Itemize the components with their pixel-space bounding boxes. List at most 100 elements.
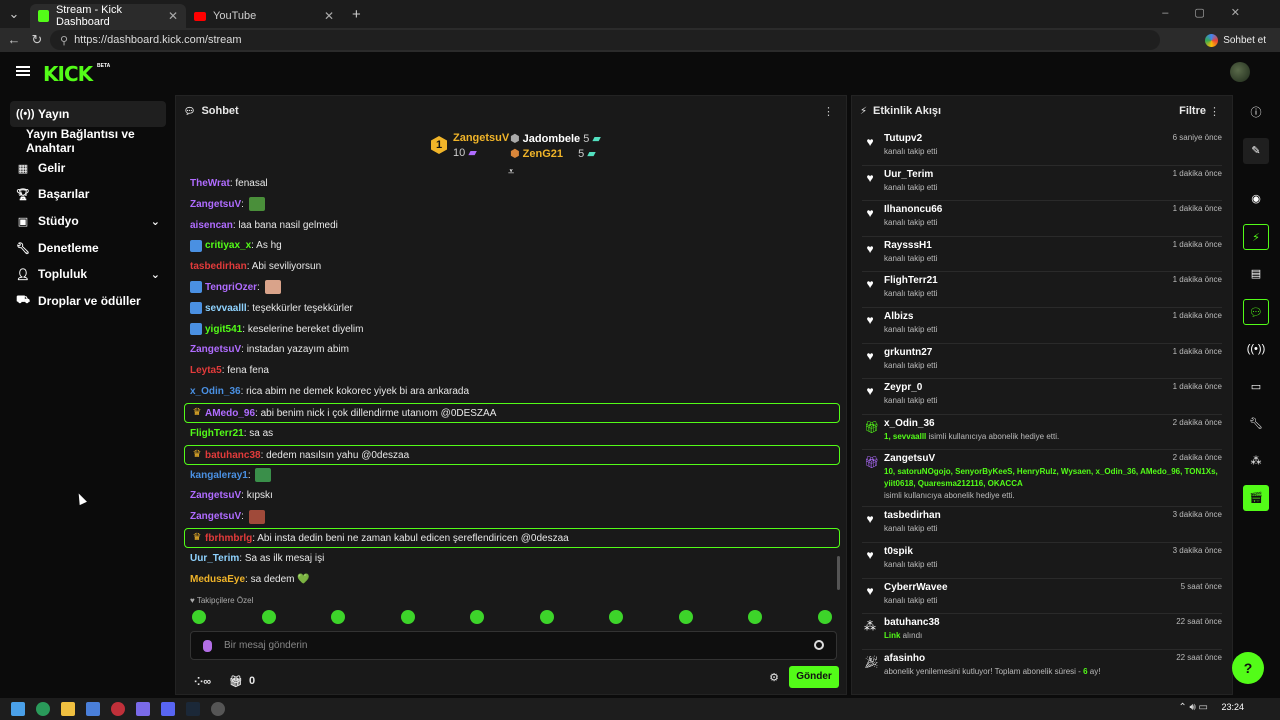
camera-icon[interactable]: ◉: [1243, 186, 1269, 212]
chat-message[interactable]: x_Odin_36: rica abim ne demek kokorec yi…: [184, 382, 840, 403]
chat-username[interactable]: AMedo_96: [205, 408, 255, 419]
chat-message[interactable]: critiyax_x: As hg: [184, 236, 840, 257]
back-icon[interactable]: ←: [6, 32, 22, 48]
tab-youtube[interactable]: YouTube ✕: [186, 4, 342, 28]
app-icon[interactable]: [136, 702, 150, 716]
info-icon[interactable]: ⓘ: [1243, 100, 1269, 126]
store-icon[interactable]: [86, 702, 100, 716]
chat-username[interactable]: batuhanc38: [205, 450, 261, 461]
community-icon[interactable]: ⁂: [1243, 448, 1269, 474]
feed-username[interactable]: Albizs: [884, 310, 1222, 324]
chat-message[interactable]: kangaleray1:: [184, 466, 840, 487]
url-field[interactable]: ⚲ https://dashboard.kick.com/stream: [50, 30, 1160, 50]
sidebar-item-topluluk[interactable]: 👤︎ Topluluk ⌄: [10, 261, 166, 287]
window-controls[interactable]: –▢✕: [1162, 6, 1266, 19]
feed-item[interactable]: ♥ t0spik kanalı takip etti 3 dakika önce: [862, 543, 1222, 579]
sidebar-item-yayin[interactable]: ((•)) Yayın: [10, 101, 166, 127]
sidebar-item-studyo[interactable]: ▣ Stüdyo ⌄: [10, 208, 166, 234]
emote-icon[interactable]: [261, 610, 276, 624]
chat-username[interactable]: Uur_Terim: [190, 553, 239, 564]
chat-message[interactable]: TengriOzer:: [184, 278, 840, 299]
gift-box-icon[interactable]: 🎁︎: [229, 675, 243, 688]
feed-item[interactable]: ⁂ batuhanc38 Link alındı 22 saat önce: [862, 614, 1222, 650]
activity-toggle-icon[interactable]: ⚡︎: [1243, 224, 1269, 250]
menu-icon[interactable]: [16, 66, 30, 76]
chat-username[interactable]: TheWrat: [190, 178, 230, 189]
wrench-icon[interactable]: 🔧︎: [1243, 411, 1269, 437]
feed-username[interactable]: t0spik: [884, 545, 1222, 559]
close-tab-icon[interactable]: ✕: [168, 9, 178, 23]
chat-message[interactable]: ZangetsuV:: [184, 507, 840, 528]
chat-messages[interactable]: TheWrat: fenasal ZangetsuV: aisencan: laa…: [184, 174, 840, 591]
feed-username[interactable]: tasbedirhan: [884, 509, 1222, 523]
leaderboard-others[interactable]: ⬢ Jadombele 5 ▰ ⬢ ZenG21 5 ▰: [510, 132, 630, 162]
obs-icon[interactable]: [211, 702, 225, 716]
chat-username[interactable]: ZangetsuV: [190, 344, 241, 355]
chat-message[interactable]: aisencan: laa bana nasil gelmedi: [184, 216, 840, 237]
chat-scrollbar[interactable]: [837, 556, 840, 590]
reload-icon[interactable]: ↻: [29, 32, 45, 48]
emoji-icon[interactable]: [814, 640, 824, 650]
tab-kick-dashboard[interactable]: Stream - Kick Dashboard ✕: [30, 4, 186, 28]
kick-logo[interactable]: KICK: [43, 62, 93, 86]
feed-username[interactable]: ZangetsuV: [884, 452, 1222, 466]
feed-list[interactable]: ♥ Tutupv2 kanalı takip etti 6 saniye önce ♥ U…: [862, 130, 1222, 685]
emote-quickbar[interactable]: [192, 610, 832, 626]
file-explorer-icon[interactable]: [61, 702, 75, 716]
feed-username[interactable]: Uur_Terim: [884, 168, 1222, 182]
chat-username[interactable]: x_Odin_36: [190, 386, 241, 397]
clapper-icon[interactable]: 🎬︎: [1243, 485, 1269, 511]
feed-item[interactable]: ♥ Albizs kanalı takip etti 1 dakika önce: [862, 308, 1222, 344]
feed-username[interactable]: afasinho: [884, 652, 1222, 666]
settings-icon[interactable]: ⚙: [769, 671, 779, 684]
chat-username[interactable]: ZangetsuV: [190, 511, 241, 522]
chat-message[interactable]: ZangetsuV:: [184, 195, 840, 216]
discord-icon[interactable]: [161, 702, 175, 716]
chat-message[interactable]: ZangetsuV: kıpskı: [184, 486, 840, 507]
chat-toggle-icon[interactable]: 💬︎: [1243, 299, 1269, 325]
microphone-icon[interactable]: [203, 639, 212, 652]
feed-username[interactable]: RaysssH1: [884, 239, 1222, 253]
chat-username[interactable]: TengriOzer: [205, 282, 257, 293]
feed-item[interactable]: ♥ FlighTerr21 kanalı takip etti 1 dakika ön…: [862, 272, 1222, 308]
chat-message[interactable]: yigit541: keselerine bereket diyelim: [184, 320, 840, 341]
feed-username[interactable]: Tutupv2: [884, 132, 1222, 146]
system-tray-icons[interactable]: ⌃ 🔊︎ ▭: [1178, 702, 1208, 713]
chat-message[interactable]: ZangetsuV: instadan yazayım abim: [184, 340, 840, 361]
feed-username[interactable]: FlighTerr21: [884, 274, 1222, 288]
emote-icon[interactable]: [748, 610, 763, 624]
chat-message[interactable]: Leyta5: fena fena: [184, 361, 840, 382]
emote-icon[interactable]: [678, 610, 693, 624]
feed-item[interactable]: ♥ CyberrWavee kanalı takip etti 5 saat önce: [862, 579, 1222, 615]
opera-icon[interactable]: [111, 702, 125, 716]
emote-icon[interactable]: [609, 610, 624, 624]
chat-username[interactable]: MedusaEye: [190, 574, 245, 585]
highlighted-chat-message[interactable]: ♛ fbrhmbrlg: Abi insta dedin beni ne zama…: [184, 527, 840, 548]
chat-username[interactable]: critiyax_x: [205, 240, 251, 251]
chat-username[interactable]: ZangetsuV: [190, 490, 241, 501]
broadcast-icon[interactable]: ((•)): [1243, 336, 1269, 362]
chat-message[interactable]: sevvaalll: teşekkürler teşekkürler: [184, 299, 840, 320]
new-tab-icon[interactable]: +: [352, 6, 361, 23]
channel-points-icon[interactable]: ⁘∞: [194, 675, 211, 688]
emote-icon[interactable]: [470, 610, 485, 624]
feed-item[interactable]: ♥ Tutupv2 kanalı takip etti 6 saniye önce: [862, 130, 1222, 166]
sidebar-item-droplar[interactable]: ⛟ Droplar ve ödüller: [10, 288, 166, 314]
feed-username[interactable]: x_Odin_36: [884, 417, 1222, 431]
emote-icon[interactable]: [192, 610, 206, 624]
emote-icon[interactable]: [331, 610, 346, 624]
feed-item[interactable]: ♥ Zeypr_0 kanalı takip etti 1 dakika önce: [862, 379, 1222, 415]
close-tab-icon[interactable]: ✕: [324, 9, 334, 23]
chat-message[interactable]: FlighTerr21: sa as: [184, 424, 840, 445]
chat-username[interactable]: FlighTerr21: [190, 428, 244, 439]
feed-username[interactable]: batuhanc38: [884, 616, 1222, 630]
filter-button[interactable]: Filtre: [1179, 105, 1206, 117]
chat-message[interactable]: TheWrat: fenasal: [184, 174, 840, 195]
sidebar-item-gelir[interactable]: ▦ Gelir: [10, 155, 166, 181]
chat-username[interactable]: yigit541: [205, 324, 242, 335]
feed-username[interactable]: Ilhanoncu66: [884, 203, 1222, 217]
chat-menu-icon[interactable]: ⋮: [823, 105, 834, 118]
chat-username[interactable]: tasbedirhan: [190, 261, 247, 272]
site-info-icon[interactable]: ⚲: [60, 34, 68, 47]
chat-message[interactable]: tasbedirhan: Abi seviliyorsun: [184, 257, 840, 278]
